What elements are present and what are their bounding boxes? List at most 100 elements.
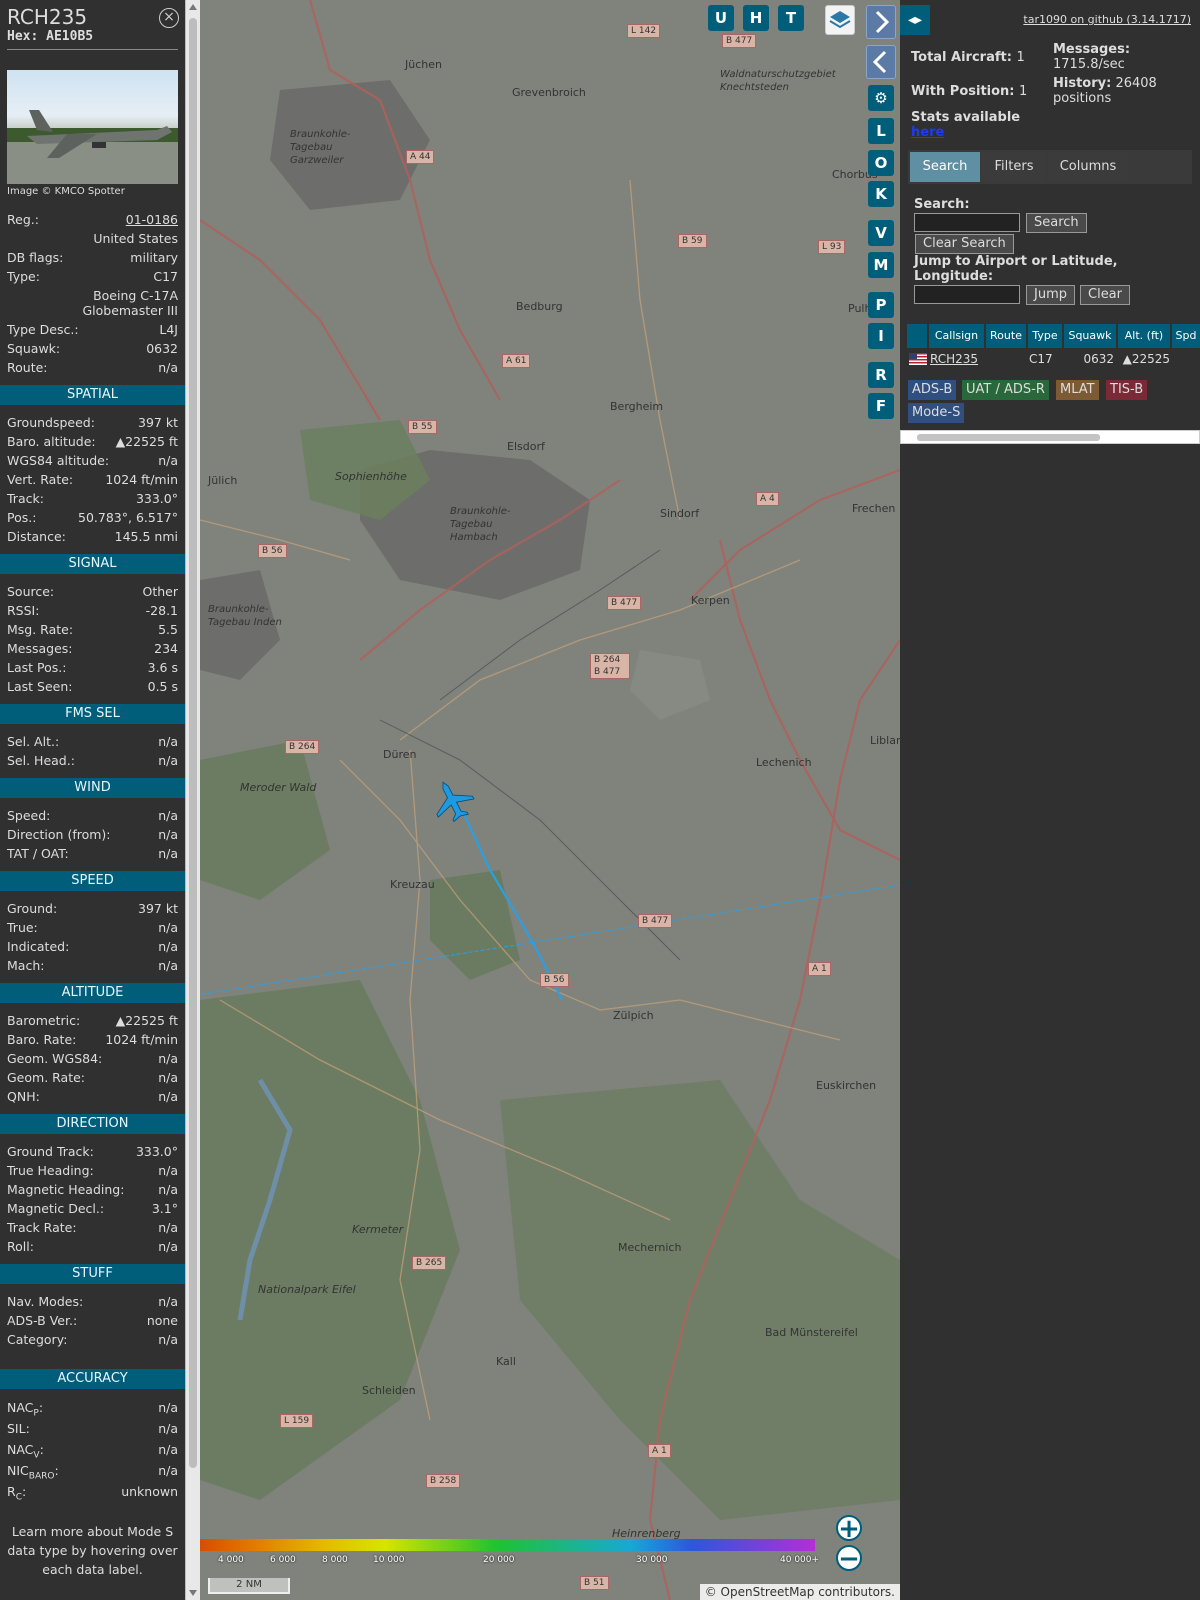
map-button-f[interactable]: F [868,393,894,419]
table-horizontal-scrollbar[interactable] [900,430,1200,444]
scrollbar-thumb[interactable] [917,434,1100,441]
map-road-label: B 477 [638,914,673,928]
info-row: Speed: n/a [0,806,185,825]
map-button-k[interactable]: K [868,181,894,207]
info-label: Track Rate: [7,1220,77,1235]
label-base: R [7,1484,16,1499]
map-button-v[interactable]: V [868,220,894,246]
settings-gear-icon[interactable]: ⚙ [868,85,894,111]
map-place-label: Kreuzau [390,878,435,891]
expand-left-icon[interactable] [866,45,896,79]
map-place-label: Jüchen [405,58,442,71]
map-button-r[interactable]: R [868,362,894,388]
info-value: 333.0° [135,491,178,506]
clear-search-button[interactable]: Clear Search [915,234,1014,254]
search-button[interactable]: Search [1026,213,1087,233]
col-route[interactable]: Route [986,324,1026,348]
info-label: Type: [7,269,40,284]
col-callsign[interactable]: Callsign [929,324,984,348]
info-row: Nav. Modes: n/a [0,1292,185,1311]
tab-search[interactable]: Search [910,152,980,182]
github-link[interactable]: tar1090 on github (3.14.1717) [1023,13,1191,26]
zoom-in-button[interactable]: + [836,1515,862,1542]
map-road-label: A 4 [756,492,779,506]
info-row: Geom. WGS84: n/a [0,1049,185,1068]
accuracy-row: NACV: n/a [0,1439,185,1461]
info-row: Geom. Rate: n/a [0,1068,185,1087]
info-value: 0632 [146,341,178,356]
scrollbar-thumb[interactable] [189,18,197,1468]
info-value: n/a [158,1220,178,1235]
info-value: 1024 ft/min [105,1032,178,1047]
col-altitude[interactable]: Alt. (ft) [1118,324,1170,348]
tab-columns[interactable]: Columns [1048,152,1128,182]
info-row: Indicated: n/a [0,937,185,956]
map-place-label: Braunkohle-Tagebau Inden [208,604,282,628]
info-panel-scrollbar[interactable] [185,0,200,1600]
map-place-label: Zülpich [613,1009,654,1022]
info-row: Squawk: 0632 [0,339,185,358]
info-label: SIL: [7,1421,30,1436]
col-speed[interactable]: Spd [1172,324,1200,348]
info-value: military [130,250,178,265]
map-button-l[interactable]: L [868,118,894,144]
info-value: 333.0° [135,1144,178,1159]
info-row: Messages: 234 [0,639,185,658]
info-value: 50.783°, 6.517° [78,510,178,525]
map-view[interactable]: Jüchen Grevenbroich Braunkohle-Tagebau Gar… [200,0,900,1600]
jump-button[interactable]: Jump [1026,285,1075,305]
info-row: Category: n/a [0,1330,185,1349]
aircraft-photo[interactable] [7,70,178,184]
map-button-i[interactable]: I [868,323,894,349]
info-label: Last Pos.: [7,660,67,675]
tab-filters[interactable]: Filters [982,152,1046,182]
zoom-out-button[interactable]: − [836,1545,862,1572]
info-row: Magnetic Decl.: 3.1° [0,1199,185,1218]
swap-panels-icon[interactable]: ◂▸ [900,5,930,35]
scroll-down-icon[interactable] [189,1590,197,1596]
section-header-spatial: SPATIAL [0,385,185,405]
info-value[interactable]: 01-0186 [126,210,178,229]
layers-icon[interactable] [825,5,855,35]
info-label: Distance: [7,529,66,544]
scroll-up-icon[interactable] [189,4,197,10]
info-label: Msg. Rate: [7,622,74,637]
altitude-tick-label: 10 000 [373,1555,405,1565]
info-label: Roll: [7,1239,34,1254]
info-label: Vert. Rate: [7,472,74,487]
with-position-value: 1 [1019,84,1028,99]
map-button-h[interactable]: H [743,5,769,31]
divider [7,49,178,50]
col-squawk[interactable]: Squawk [1064,324,1116,348]
map-button-t[interactable]: T [778,5,804,31]
col-flag[interactable] [907,324,927,348]
map-road-label: A 44 [406,150,435,164]
map-button-u[interactable]: U [708,5,734,31]
info-label: Reg.: [7,212,39,227]
map-button-o[interactable]: O [868,150,894,176]
info-row: Sel. Alt.: n/a [0,732,185,751]
map-place-label: Elsdorf [507,440,545,453]
jump-input[interactable] [914,285,1020,304]
stats-link[interactable]: here [911,125,944,140]
section-header-speed: SPEED [0,871,185,891]
expand-right-icon[interactable] [866,5,896,39]
close-icon[interactable]: × [159,8,179,28]
map-button-p[interactable]: P [868,292,894,318]
info-label: Type Desc.: [7,322,79,337]
map-button-m[interactable]: M [868,252,894,278]
legend-mlat: MLAT [1056,380,1099,400]
accuracy-row: NICBARO: n/a [0,1460,185,1482]
info-value: United States [93,231,178,246]
search-input[interactable] [914,213,1020,232]
tar1090-app: RCH235 Hex: AE10B5 × Image © KMCO Spotte… [0,0,1200,1600]
clear-jump-button[interactable]: Clear [1080,285,1130,305]
row-callsign[interactable]: RCH235 [930,350,978,368]
map-road-label: B 265 [412,1256,447,1270]
aircraft-list-panel: ◂▸ tar1090 on github (3.14.1717) Total A… [900,0,1200,1600]
info-label: Route: [7,360,48,375]
col-type[interactable]: Type [1028,324,1062,348]
aircraft-marker[interactable] [425,773,479,827]
map-attribution[interactable]: © OpenStreetMap contributors. [699,1584,900,1600]
info-label: NACV: [7,1442,44,1461]
